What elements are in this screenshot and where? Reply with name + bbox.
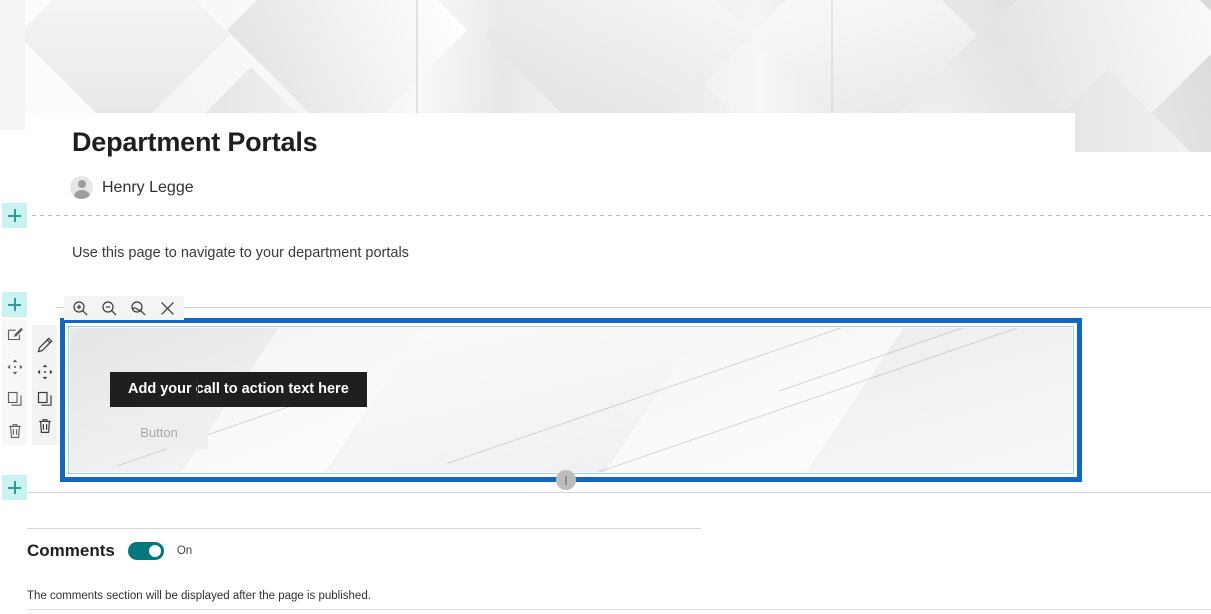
bottom-rule bbox=[27, 609, 1211, 610]
webpart-toolbar-rail bbox=[32, 325, 57, 445]
delete-webpart-icon[interactable] bbox=[36, 417, 53, 434]
section-toolbar bbox=[2, 320, 27, 445]
author-row: Henry Legge bbox=[70, 176, 194, 199]
section-divider-dashed bbox=[32, 215, 1211, 216]
toolbar-rule-right bbox=[184, 307, 1211, 308]
duplicate-webpart-icon[interactable] bbox=[36, 390, 53, 407]
delete-section-icon[interactable] bbox=[6, 422, 23, 439]
add-section-button-middle[interactable] bbox=[2, 292, 27, 317]
zoom-in-icon[interactable] bbox=[68, 297, 92, 319]
webpart-resize-handle[interactable] bbox=[556, 470, 576, 490]
plus-icon bbox=[8, 298, 21, 311]
plus-icon bbox=[8, 209, 21, 222]
reset-zoom-icon[interactable] bbox=[127, 297, 151, 319]
edit-section-icon[interactable] bbox=[6, 326, 23, 343]
move-webpart-icon[interactable] bbox=[36, 363, 53, 380]
comments-row: Comments On bbox=[27, 541, 192, 561]
edit-webpart-icon[interactable] bbox=[36, 336, 53, 353]
move-section-icon[interactable] bbox=[6, 358, 23, 375]
image-zoom-toolbar bbox=[64, 296, 184, 320]
left-gutter bbox=[0, 0, 25, 130]
cta-background-image: Add your call to action text here Button bbox=[70, 328, 1072, 472]
author-name: Henry Legge bbox=[102, 178, 194, 196]
page-canvas: Department Portals Henry Legge Use this … bbox=[0, 0, 1211, 614]
page-body-text: Use this page to navigate to your depart… bbox=[72, 245, 409, 261]
comments-toggle-state: On bbox=[176, 545, 193, 557]
avatar bbox=[70, 176, 93, 199]
plus-icon bbox=[8, 481, 21, 494]
comments-divider bbox=[27, 528, 701, 529]
text-caret bbox=[197, 378, 198, 400]
page-title: Department Portals bbox=[72, 127, 318, 157]
close-icon[interactable] bbox=[156, 297, 180, 319]
add-section-button-bottom[interactable] bbox=[2, 475, 27, 500]
comments-toggle[interactable] bbox=[127, 542, 164, 560]
cta-heading-placeholder[interactable]: Add your call to action text here bbox=[110, 372, 367, 407]
section-rule bbox=[27, 492, 1211, 493]
duplicate-section-icon[interactable] bbox=[6, 390, 23, 407]
add-section-button-top[interactable] bbox=[2, 203, 27, 228]
comments-label: Comments bbox=[27, 541, 115, 560]
cta-button[interactable]: Button bbox=[110, 416, 208, 449]
comments-note: The comments section will be displayed a… bbox=[27, 590, 371, 602]
call-to-action-webpart[interactable]: Add your call to action text here Button bbox=[60, 318, 1082, 482]
zoom-out-icon[interactable] bbox=[97, 297, 121, 319]
